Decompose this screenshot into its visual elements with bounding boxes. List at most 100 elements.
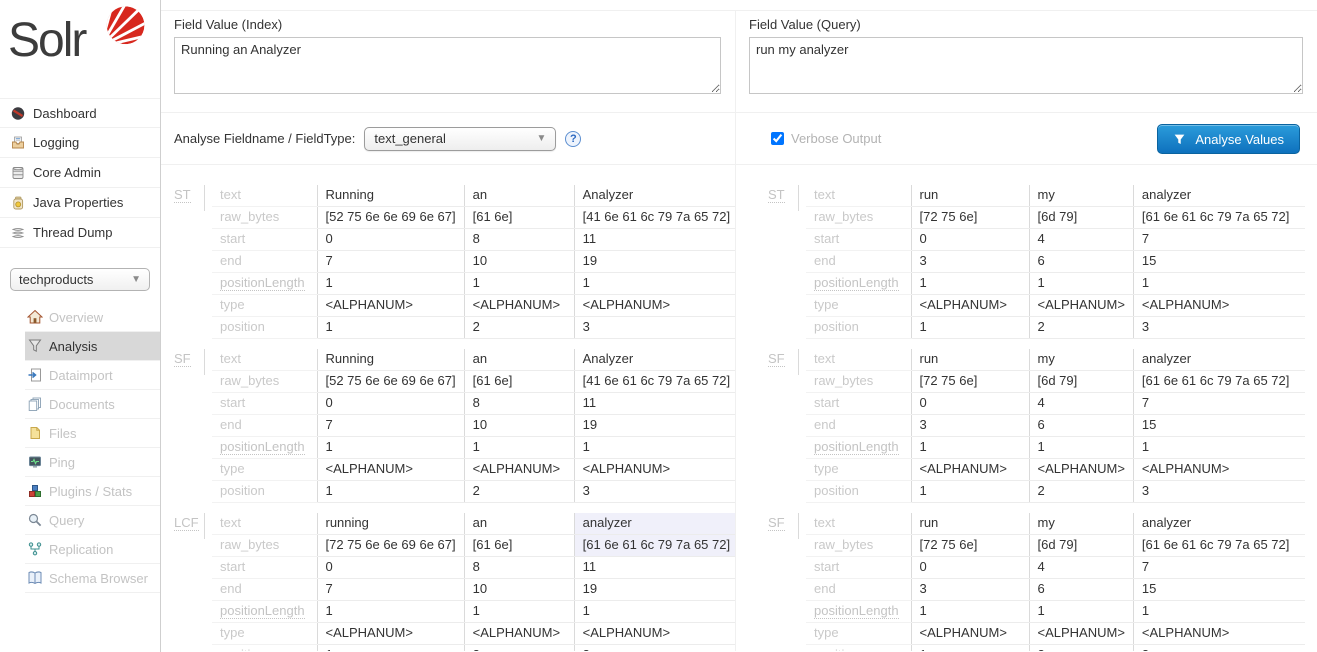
token-type-value: <ALPHANUM>	[464, 459, 574, 481]
token-raw_bytes-value: [72 75 6e]	[911, 371, 1029, 393]
sidebar-item-schema-browser[interactable]: Schema Browser	[25, 564, 160, 593]
token-positionLength-value: 1	[911, 601, 1029, 623]
analysis-block: SFtextrunmyanalyzerraw_bytes[72 75 6e][6…	[768, 513, 1317, 651]
field-value-query-input[interactable]: run my analyzer	[749, 37, 1303, 94]
analyzer-abbr: SF	[174, 349, 204, 366]
token-start-value: 0	[317, 557, 464, 579]
abbr-divider	[204, 185, 205, 211]
funnel-icon	[1173, 133, 1186, 146]
verbose-output-label: Verbose Output	[791, 131, 881, 146]
token-attr-row: textrunmyanalyzer	[806, 513, 1305, 535]
token-end-value: 3	[911, 251, 1029, 273]
token-attr-label: positionLength	[806, 437, 911, 459]
help-icon[interactable]: ?	[565, 131, 581, 147]
token-end-value: 3	[911, 579, 1029, 601]
token-end-value: 7	[317, 415, 464, 437]
sidebar-item-label: Overview	[49, 310, 103, 325]
token-position-value: 2	[1029, 645, 1133, 652]
sidebar-item-replication[interactable]: Replication	[25, 535, 160, 564]
token-attr-row: type<ALPHANUM><ALPHANUM><ALPHANUM>	[212, 459, 736, 481]
analysis-page: Field Value (Index) Running an Analyzer …	[161, 10, 1317, 651]
sidebar-item-dataimport[interactable]: Dataimport	[25, 361, 160, 390]
token-attr-label: type	[806, 623, 911, 645]
token-position-value: 1	[317, 317, 464, 339]
chevron-down-icon: ▼	[131, 274, 141, 285]
token-positionLength-value: 1	[1133, 601, 1305, 623]
analyse-controls: Verbose Output Analyse Values	[736, 113, 1317, 165]
token-attr-label: start	[212, 393, 317, 415]
sidebar-item-java-properties[interactable]: Java Properties	[0, 188, 160, 218]
token-attr-label: positionLength	[212, 601, 317, 623]
sidebar-item-logging[interactable]: Logging	[0, 128, 160, 158]
token-attr-label: text	[806, 349, 911, 371]
token-position-value: 1	[911, 645, 1029, 652]
token-attr-label: text	[212, 349, 317, 371]
verbose-output-checkbox[interactable]	[771, 132, 784, 145]
sidebar-item-overview[interactable]: Overview	[25, 303, 160, 332]
token-attr-row: position123	[212, 317, 736, 339]
token-positionLength-value: 1	[1133, 437, 1305, 459]
token-text-value: Running	[317, 349, 464, 371]
sidebar-item-analysis[interactable]: Analysis	[25, 332, 160, 361]
token-text-value: an	[464, 185, 574, 207]
token-position-value: 3	[1133, 481, 1305, 503]
token-end-value: 15	[1133, 415, 1305, 437]
sidebar-item-files[interactable]: Files	[25, 419, 160, 448]
sidebar-item-label: Analysis	[49, 339, 97, 354]
token-text-value: Analyzer	[574, 185, 736, 207]
token-start-value: 7	[1133, 393, 1305, 415]
analysis-block: SFtextrunmyanalyzerraw_bytes[72 75 6e][6…	[768, 349, 1317, 503]
token-attr-row: textrunmyanalyzer	[806, 185, 1305, 207]
token-attr-label: raw_bytes	[806, 207, 911, 229]
sidebar-item-plugins-stats[interactable]: Plugins / Stats	[25, 477, 160, 506]
fieldtype-select-value: text_general	[374, 131, 536, 146]
token-attr-label: type	[212, 459, 317, 481]
abbr-divider	[798, 185, 799, 211]
token-start-value: 11	[574, 229, 736, 251]
sidebar-item-documents[interactable]: Documents	[25, 390, 160, 419]
token-start-value: 11	[574, 393, 736, 415]
token-positionLength-value: 1	[911, 437, 1029, 459]
sidebar-item-label: Core Admin	[33, 165, 101, 180]
token-attr-label: position	[212, 481, 317, 503]
sidebar-item-ping[interactable]: Ping	[25, 448, 160, 477]
token-positionLength-value: 1	[464, 601, 574, 623]
solr-logo[interactable]: Solr	[8, 8, 148, 80]
core-selector[interactable]: techproducts ▼	[10, 268, 150, 291]
token-raw_bytes-value: [61 6e 61 6c 79 7a 65 72]	[574, 535, 736, 557]
token-positionLength-value: 1	[1029, 601, 1133, 623]
token-end-value: 19	[574, 579, 736, 601]
token-position-value: 2	[1029, 481, 1133, 503]
token-attr-row: positionLength111	[212, 437, 736, 459]
files-icon	[27, 425, 43, 441]
token-attr-row: position123	[212, 645, 736, 652]
token-table: textRunninganAnalyzerraw_bytes[52 75 6e …	[212, 185, 736, 339]
field-value-index-input[interactable]: Running an Analyzer	[174, 37, 721, 94]
token-attr-label: text	[806, 513, 911, 535]
field-value-query-section: Field Value (Query) run my analyzer	[736, 11, 1317, 113]
token-start-value: 7	[1133, 557, 1305, 579]
sidebar-item-dashboard[interactable]: Dashboard	[0, 98, 160, 128]
analysis-block: LCFtextrunningananalyzerraw_bytes[72 75 …	[174, 513, 735, 651]
thread-dump-icon	[10, 225, 26, 241]
token-attr-row: start0811	[212, 557, 736, 579]
token-attr-label: end	[806, 415, 911, 437]
token-start-value: 4	[1029, 393, 1133, 415]
sidebar-item-query[interactable]: Query	[25, 506, 160, 535]
abbr-divider	[798, 349, 799, 375]
core-admin-icon	[10, 165, 26, 181]
sidebar-item-thread-dump[interactable]: Thread Dump	[0, 218, 160, 248]
token-position-value: 1	[317, 645, 464, 652]
analyse-values-button[interactable]: Analyse Values	[1157, 124, 1300, 154]
sidebar-item-core-admin[interactable]: Core Admin	[0, 158, 160, 188]
token-type-value: <ALPHANUM>	[911, 295, 1029, 317]
token-attr-label: start	[212, 229, 317, 251]
fieldtype-select[interactable]: text_general ▼	[364, 127, 556, 151]
sidebar: Solr DashboardLogging Core Admin Java Prop…	[0, 0, 161, 652]
token-type-value: <ALPHANUM>	[574, 295, 736, 317]
java-properties-icon	[10, 195, 26, 211]
main-menu: DashboardLogging Core Admin Java Propertie…	[0, 98, 160, 248]
dataimport-icon	[27, 367, 43, 383]
analyzer-abbr: SF	[768, 349, 798, 366]
token-positionLength-value: 1	[317, 273, 464, 295]
